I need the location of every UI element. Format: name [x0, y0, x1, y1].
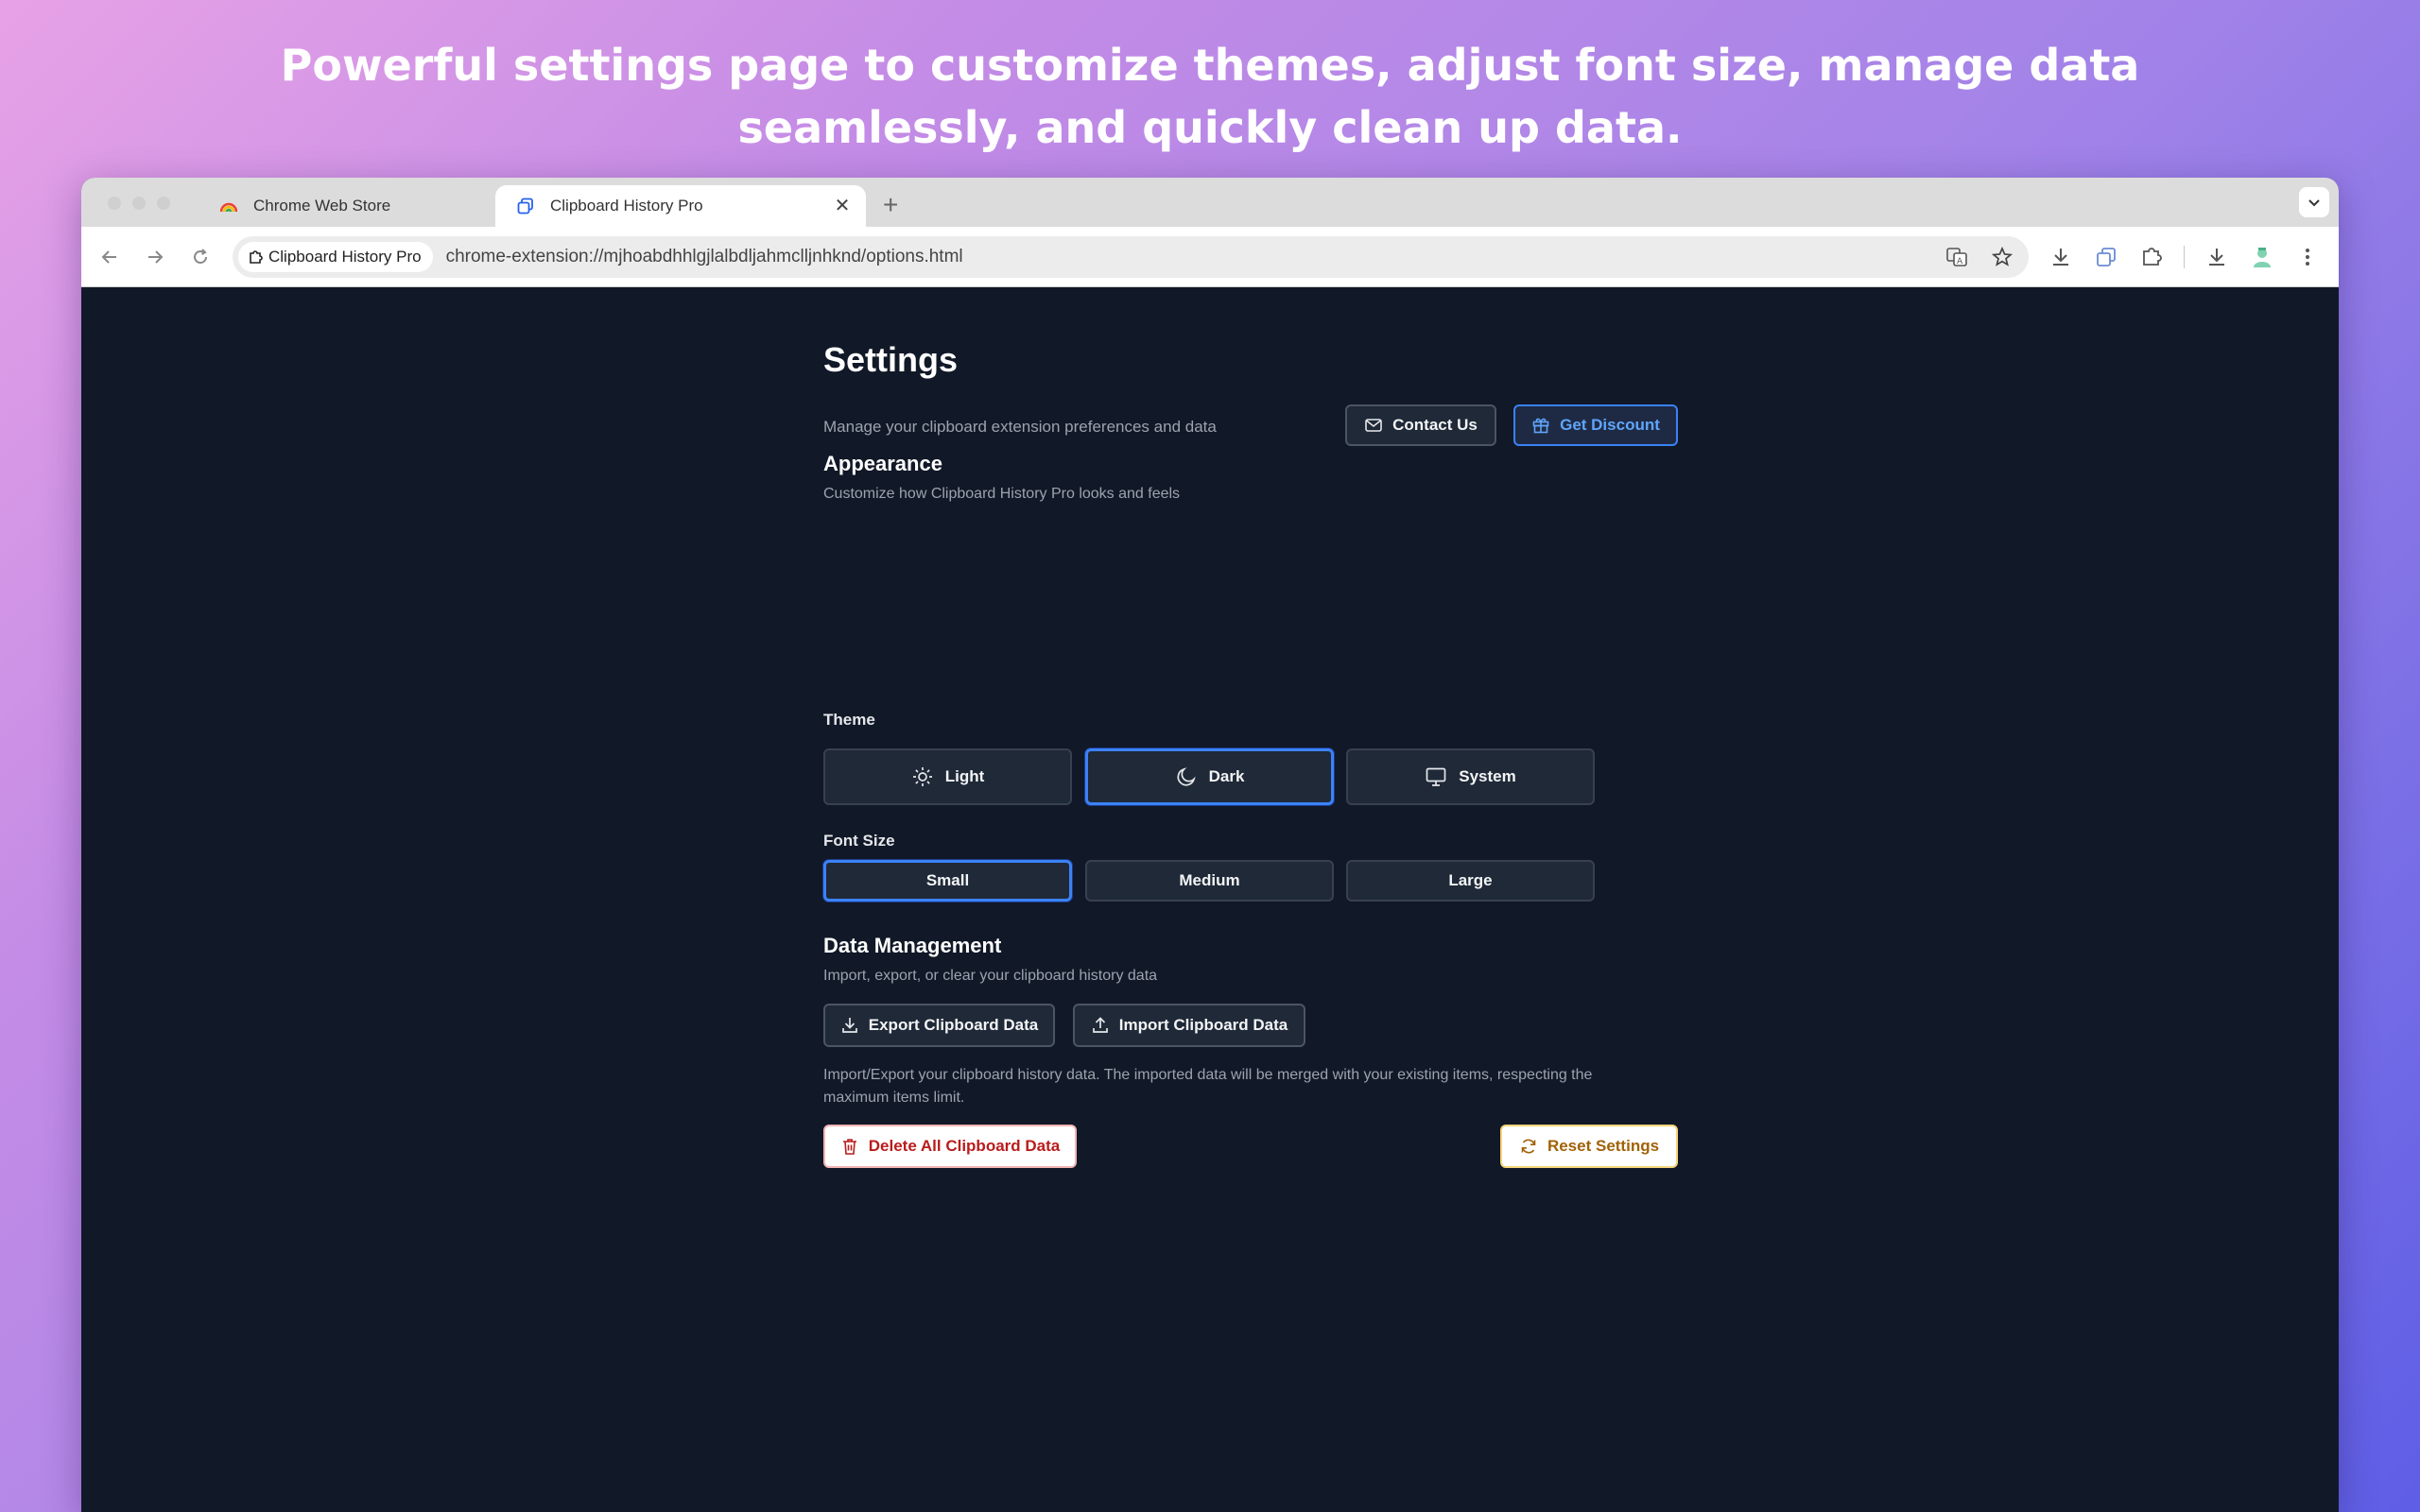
get-discount-button[interactable]: Get Discount	[1513, 404, 1678, 446]
gift-icon	[1532, 418, 1549, 434]
theme-option-system[interactable]: System	[1346, 748, 1595, 805]
contact-us-label: Contact Us	[1392, 416, 1478, 434]
import-data-button[interactable]: Import Clipboard Data	[1073, 1004, 1305, 1047]
tab-title: Clipboard History Pro	[550, 197, 703, 215]
copy-extension-icon[interactable]	[2093, 244, 2119, 270]
download-icon[interactable]	[2048, 244, 2074, 270]
tab-strip: Chrome Web Store ✕ Clipboard History Pro…	[81, 178, 2339, 227]
copy-icon	[516, 197, 535, 215]
reset-settings-button[interactable]: Reset Settings	[1500, 1125, 1678, 1168]
font-size-option-label: Medium	[1179, 871, 1240, 889]
browser-window: Chrome Web Store ✕ Clipboard History Pro…	[81, 178, 2339, 1512]
chevron-down-icon	[2308, 199, 2320, 207]
downloads-icon[interactable]	[2204, 244, 2230, 270]
minimize-window-dot[interactable]	[132, 197, 146, 210]
address-bar[interactable]: Clipboard History Pro chrome-extension:/…	[233, 236, 2029, 278]
kebab-menu-icon[interactable]	[2294, 244, 2321, 270]
promo-headline: Powerful settings page to customize them…	[280, 40, 2140, 153]
moon-icon	[1177, 767, 1196, 786]
arrow-left-icon	[101, 250, 116, 264]
extension-chip-label: Clipboard History Pro	[268, 248, 422, 266]
reset-settings-label: Reset Settings	[1547, 1137, 1660, 1155]
puzzle-icon	[250, 250, 263, 264]
page-title: Settings	[823, 340, 959, 379]
get-discount-label: Get Discount	[1560, 416, 1660, 434]
font-size-label: Font Size	[823, 832, 895, 850]
data-management-title: Data Management	[823, 934, 1002, 957]
theme-option-label: Light	[944, 767, 985, 785]
forward-button[interactable]	[142, 244, 168, 270]
import-export-note: Import/Export your clipboard history dat…	[823, 1067, 1593, 1106]
translate-icon[interactable]: A	[1944, 244, 1970, 270]
settings-page: Settings Manage your clipboard extension…	[81, 287, 2339, 1512]
tab-title: Chrome Web Store	[253, 197, 391, 215]
profile-avatar-icon[interactable]	[2249, 244, 2275, 270]
toolbar-divider	[2184, 246, 2185, 268]
theme-option-label: Dark	[1208, 767, 1245, 785]
reload-icon	[194, 249, 207, 264]
extension-chip[interactable]: Clipboard History Pro	[238, 242, 433, 272]
theme-option-light[interactable]: Light	[823, 748, 1072, 805]
trash-icon	[842, 1139, 856, 1155]
delete-all-data-label: Delete All Clipboard Data	[868, 1137, 1061, 1155]
window-controls[interactable]	[108, 197, 170, 210]
import-data-label: Import Clipboard Data	[1118, 1016, 1288, 1034]
maximize-window-dot[interactable]	[157, 197, 170, 210]
reload-button[interactable]	[187, 244, 214, 270]
svg-text:A: A	[1957, 257, 1963, 266]
font-size-option-label: Large	[1448, 871, 1493, 889]
monitor-icon	[1426, 767, 1446, 786]
font-size-option-small[interactable]: Small	[823, 860, 1072, 902]
page-subtitle: Manage your clipboard extension preferen…	[823, 418, 1217, 436]
font-size-option-large[interactable]: Large	[1346, 860, 1595, 902]
theme-option-dark[interactable]: Dark	[1085, 748, 1334, 805]
close-window-dot[interactable]	[108, 197, 121, 210]
sun-icon	[912, 767, 932, 786]
font-size-option-medium[interactable]: Medium	[1085, 860, 1334, 902]
font-size-option-label: Small	[925, 871, 970, 889]
url-text: chrome-extension://mjhoabdhhlgjlalbdljah…	[445, 247, 963, 266]
extensions-puzzle-icon[interactable]	[2138, 244, 2165, 270]
appearance-title: Appearance	[823, 452, 942, 475]
star-icon[interactable]	[1989, 244, 2015, 270]
tab-search-button[interactable]	[2299, 187, 2329, 217]
export-data-label: Export Clipboard Data	[868, 1016, 1039, 1034]
new-tab-button[interactable]: +	[883, 191, 898, 219]
download-icon	[841, 1018, 857, 1033]
upload-icon	[1092, 1017, 1108, 1033]
data-management-subtitle: Import, export, or clear your clipboard …	[823, 968, 1158, 984]
back-button[interactable]	[96, 244, 123, 270]
rainbow-icon	[219, 197, 238, 215]
refresh-icon	[1521, 1139, 1536, 1154]
mail-icon	[1365, 419, 1382, 432]
browser-toolbar: Clipboard History Pro chrome-extension:/…	[81, 227, 2339, 287]
export-data-button[interactable]: Export Clipboard Data	[823, 1004, 1055, 1047]
contact-us-button[interactable]: Contact Us	[1345, 404, 1496, 446]
close-tab-icon[interactable]: ✕	[832, 196, 853, 216]
tab-clipboard-history-pro[interactable]: Clipboard History Pro ✕	[495, 185, 866, 227]
arrow-right-icon	[148, 250, 164, 264]
delete-all-data-button[interactable]: Delete All Clipboard Data	[823, 1125, 1077, 1168]
theme-label: Theme	[823, 711, 875, 729]
theme-option-label: System	[1459, 767, 1516, 785]
appearance-subtitle: Customize how Clipboard History Pro look…	[823, 486, 1181, 502]
